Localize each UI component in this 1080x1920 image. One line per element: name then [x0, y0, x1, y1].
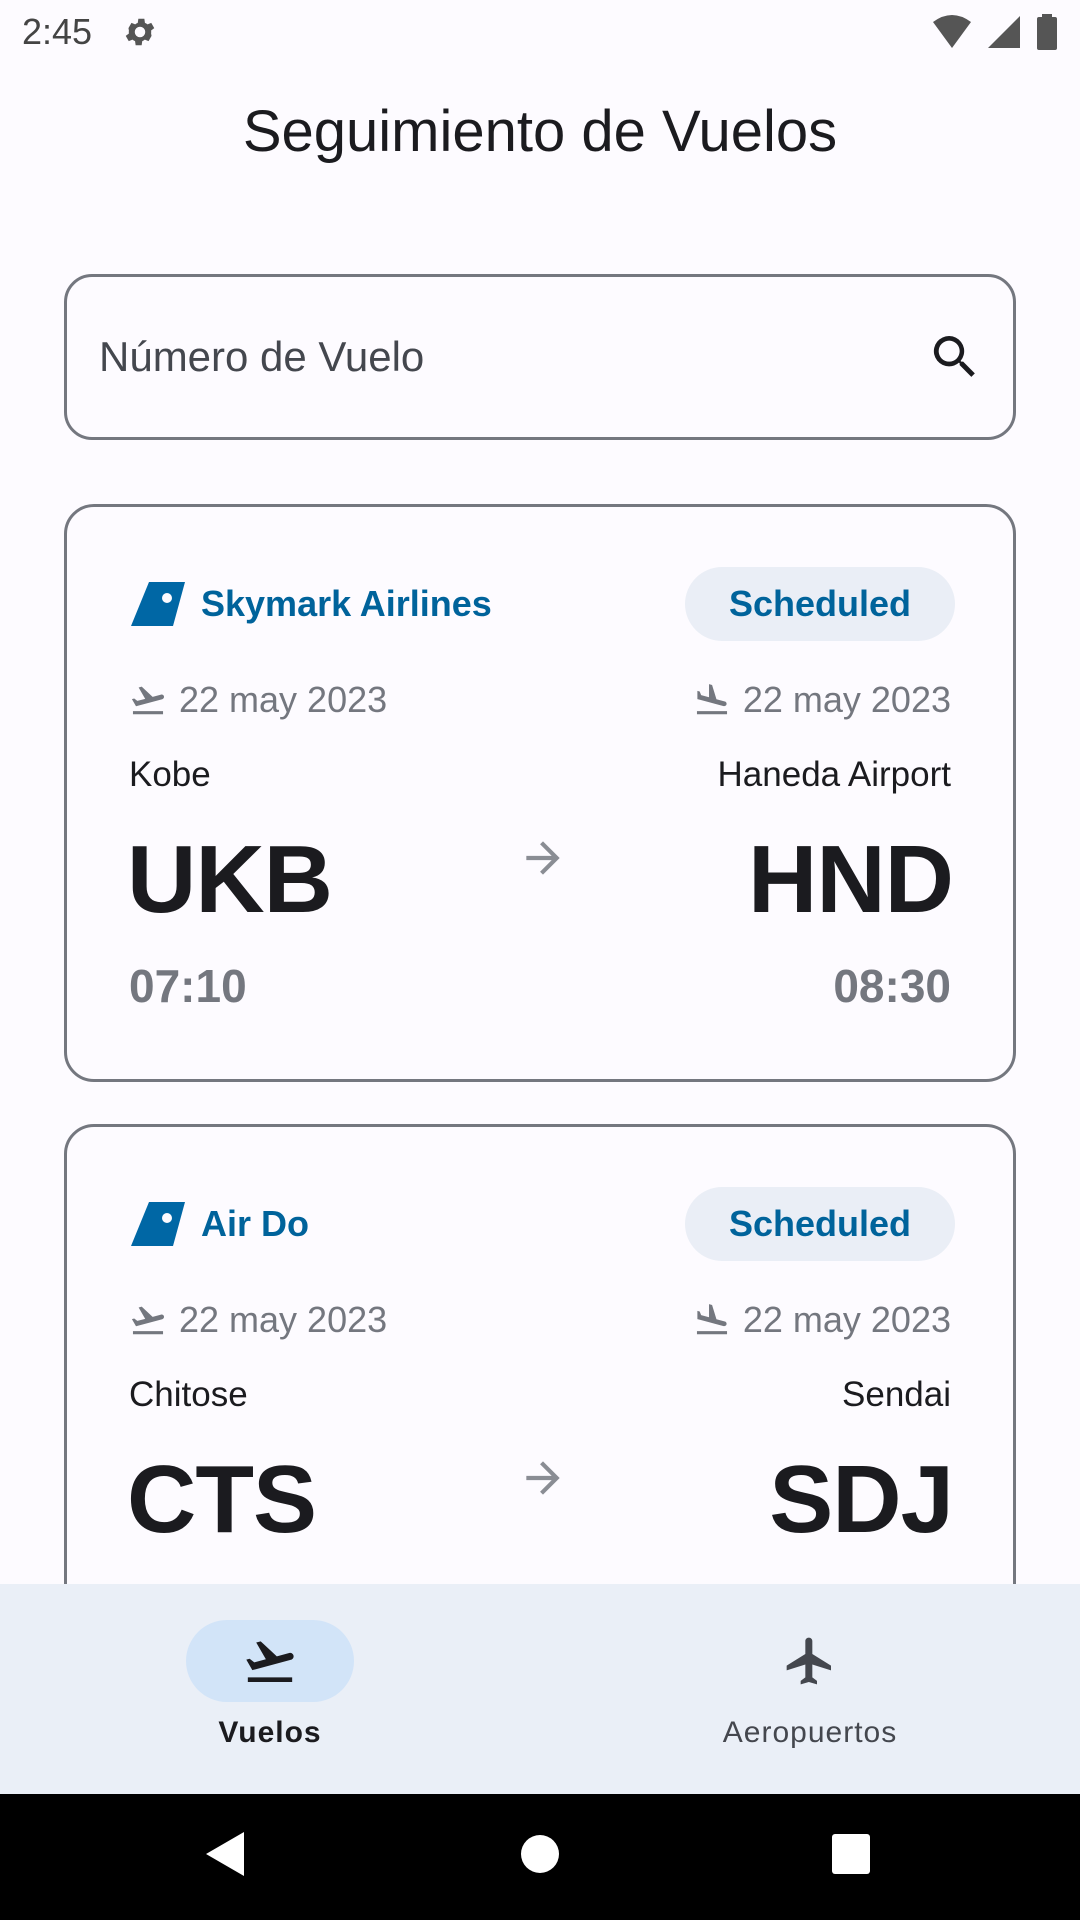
nav-item-aeropuertos[interactable]: Aeropuertos	[540, 1584, 1080, 1794]
flight-takeoff-icon	[246, 1641, 294, 1682]
home-icon[interactable]	[520, 1830, 560, 1878]
card-header: Skymark Airlines Scheduled	[131, 567, 955, 641]
flight-card[interactable]: Skymark Airlines Scheduled 22 may 2023 2…	[64, 504, 1016, 1082]
settings-gear-icon	[125, 18, 155, 46]
card-header: Air Do Scheduled	[131, 1187, 955, 1261]
bottom-navigation: Vuelos Aeropuertos	[0, 1584, 1080, 1794]
departure-date: 22 may 2023	[129, 679, 387, 721]
flight-land-icon	[696, 684, 727, 715]
nav-indicator[interactable]	[726, 1620, 894, 1702]
flight-takeoff-icon	[131, 686, 165, 715]
airline-name: Skymark Airlines	[201, 583, 492, 624]
airline-name: Air Do	[201, 1203, 309, 1244]
airline-logo-icon	[131, 1202, 185, 1246]
arrival-city: Sendai	[842, 1375, 951, 1414]
wifi-icon	[933, 15, 971, 48]
arrival-city: Haneda Airport	[717, 755, 951, 794]
flight-list[interactable]: Skymark Airlines Scheduled 22 may 2023 2…	[0, 440, 1080, 1584]
arrival-time: 08:30	[833, 960, 951, 1012]
cell-signal-icon	[988, 16, 1020, 48]
back-icon[interactable]	[204, 1830, 246, 1878]
nav-indicator[interactable]	[186, 1620, 354, 1702]
flight-number-input[interactable]	[99, 333, 927, 381]
departure-time: 07:10	[129, 960, 247, 1012]
page-title: Seguimiento de Vuelos	[242, 99, 838, 164]
battery-icon	[1037, 14, 1057, 50]
arrival-date: 22 may 2023	[693, 1299, 951, 1341]
airplane-icon	[786, 1637, 831, 1685]
arrow-right-icon	[526, 841, 560, 875]
status-badge: Scheduled	[684, 1187, 955, 1261]
airline-logo-icon	[131, 582, 185, 626]
flight-land-icon	[696, 1304, 727, 1335]
departure-city: Kobe	[129, 755, 211, 794]
status-indicators	[932, 14, 1058, 50]
status-time: 2:45	[22, 11, 93, 52]
nav-label[interactable]: Aeropuertos	[723, 1716, 897, 1750]
departure-code: CTS	[127, 1446, 317, 1553]
nav-label[interactable]: Vuelos	[218, 1716, 321, 1750]
departure-city: Chitose	[129, 1375, 248, 1414]
flight-number-search[interactable]	[64, 274, 1016, 440]
departure-date: 22 may 2023	[129, 1299, 387, 1341]
arrival-date-text: 22 may 2023	[742, 679, 951, 720]
flight-takeoff-icon	[131, 1306, 165, 1335]
nav-item-vuelos[interactable]: Vuelos	[0, 1584, 540, 1794]
status-badge: Scheduled	[684, 567, 955, 641]
system-navigation-bar	[0, 1794, 1080, 1920]
search-icon[interactable]	[927, 329, 983, 385]
arrival-code: SDJ	[769, 1446, 954, 1553]
arrival-code: HND	[748, 826, 954, 933]
arrival-date-text: 22 may 2023	[742, 1299, 951, 1340]
departure-date-text: 22 may 2023	[179, 679, 388, 720]
recents-icon[interactable]	[830, 1830, 872, 1878]
arrival-date: 22 may 2023	[693, 679, 951, 721]
status-bar: 2:45	[0, 0, 1080, 64]
arrow-right-icon	[526, 1461, 560, 1495]
flight-card[interactable]: Air Do Scheduled 22 may 2023 22 may 2023…	[64, 1124, 1016, 1584]
departure-code: UKB	[127, 826, 333, 933]
departure-date-text: 22 may 2023	[179, 1299, 388, 1340]
